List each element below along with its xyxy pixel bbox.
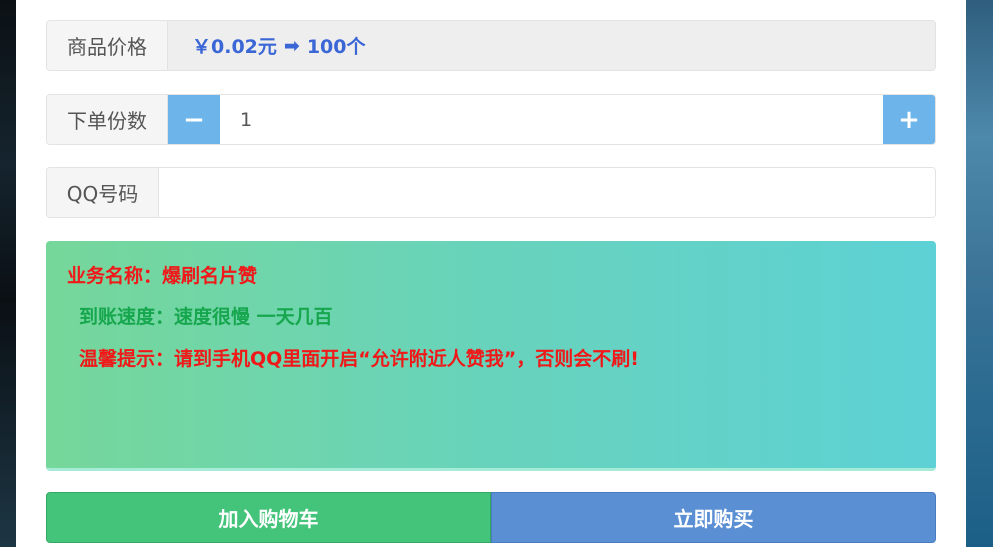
qq-row: QQ号码 <box>46 167 936 218</box>
service-info-box: 业务名称：爆刷名片赞 到账速度：速度很慢 一天几百 温馨提示：请到手机QQ里面开… <box>46 241 936 471</box>
increase-quantity-button[interactable]: + <box>883 95 935 144</box>
warm-tip-text: 温馨提示：请到手机QQ里面开启“允许附近人赞我”，否则会不刷! <box>79 348 639 370</box>
plus-icon: + <box>898 104 920 135</box>
add-to-cart-button[interactable]: 加入购物车 <box>46 492 491 543</box>
price-row: 商品价格 ￥0.02元 ➡ 100个 <box>46 20 936 71</box>
price-display: ￥0.02元 ➡ 100个 <box>168 21 935 70</box>
background-left-edge <box>0 0 16 547</box>
price-amount: ￥0.02元 <box>192 36 277 58</box>
decrease-quantity-button[interactable]: − <box>168 95 220 144</box>
buy-now-button[interactable]: 立即购买 <box>491 492 936 543</box>
minus-icon: − <box>183 104 205 135</box>
price-quantity: 100个 <box>306 36 366 58</box>
quantity-input[interactable] <box>220 95 883 144</box>
delivery-speed-text: 到账速度：速度很慢 一天几百 <box>79 306 333 328</box>
arrow-right-icon: ➡ <box>283 34 300 57</box>
price-label: 商品价格 <box>47 21 168 70</box>
quantity-label: 下单份数 <box>47 95 168 144</box>
background-right-edge <box>966 0 993 547</box>
qq-label: QQ号码 <box>47 168 159 217</box>
qq-number-input[interactable] <box>159 168 935 217</box>
service-name-text: 业务名称：爆刷名片赞 <box>67 265 258 287</box>
quantity-row: 下单份数 − + <box>46 94 936 145</box>
order-form-panel: 商品价格 ￥0.02元 ➡ 100个 下单份数 − + QQ号码 业务名称：爆刷… <box>16 0 966 547</box>
